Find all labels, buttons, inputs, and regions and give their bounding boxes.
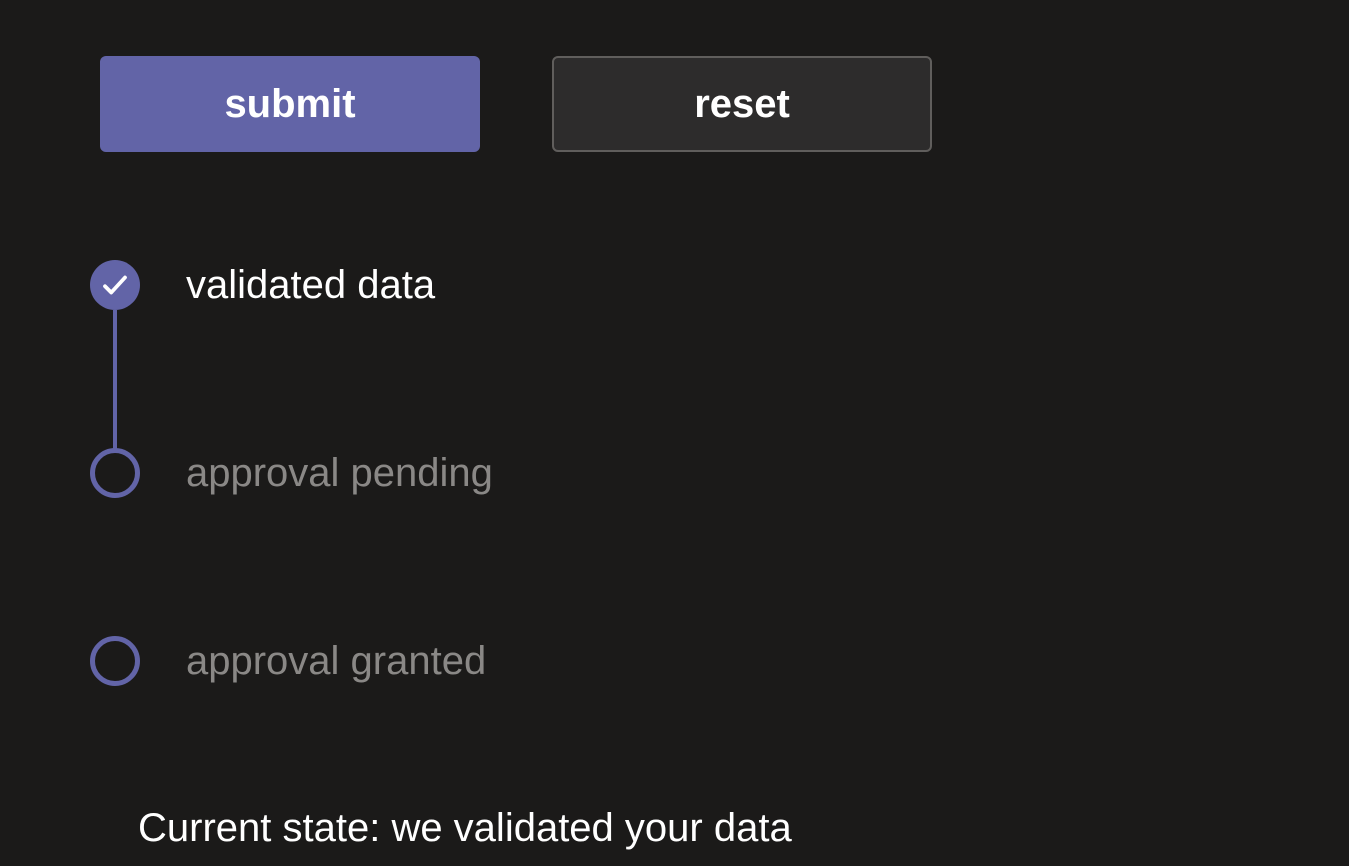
step-approval-pending: approval pending xyxy=(90,448,1349,498)
step-label: approval pending xyxy=(186,451,493,496)
button-row: submit reset xyxy=(100,56,1349,152)
status-text: Current state: we validated your data xyxy=(138,806,1349,851)
step-indicator-pending xyxy=(90,636,140,686)
step-indicator-pending xyxy=(90,448,140,498)
step-label: approval granted xyxy=(186,639,486,684)
checkmark-icon xyxy=(100,270,130,300)
step-label: validated data xyxy=(186,263,435,308)
reset-button[interactable]: reset xyxy=(552,56,932,152)
stepper: validated data approval pending approval… xyxy=(90,260,1349,686)
step-connector xyxy=(113,310,117,450)
step-approval-granted: approval granted xyxy=(90,636,1349,686)
step-validated-data: validated data xyxy=(90,260,1349,310)
submit-button[interactable]: submit xyxy=(100,56,480,152)
step-indicator-completed xyxy=(90,260,140,310)
